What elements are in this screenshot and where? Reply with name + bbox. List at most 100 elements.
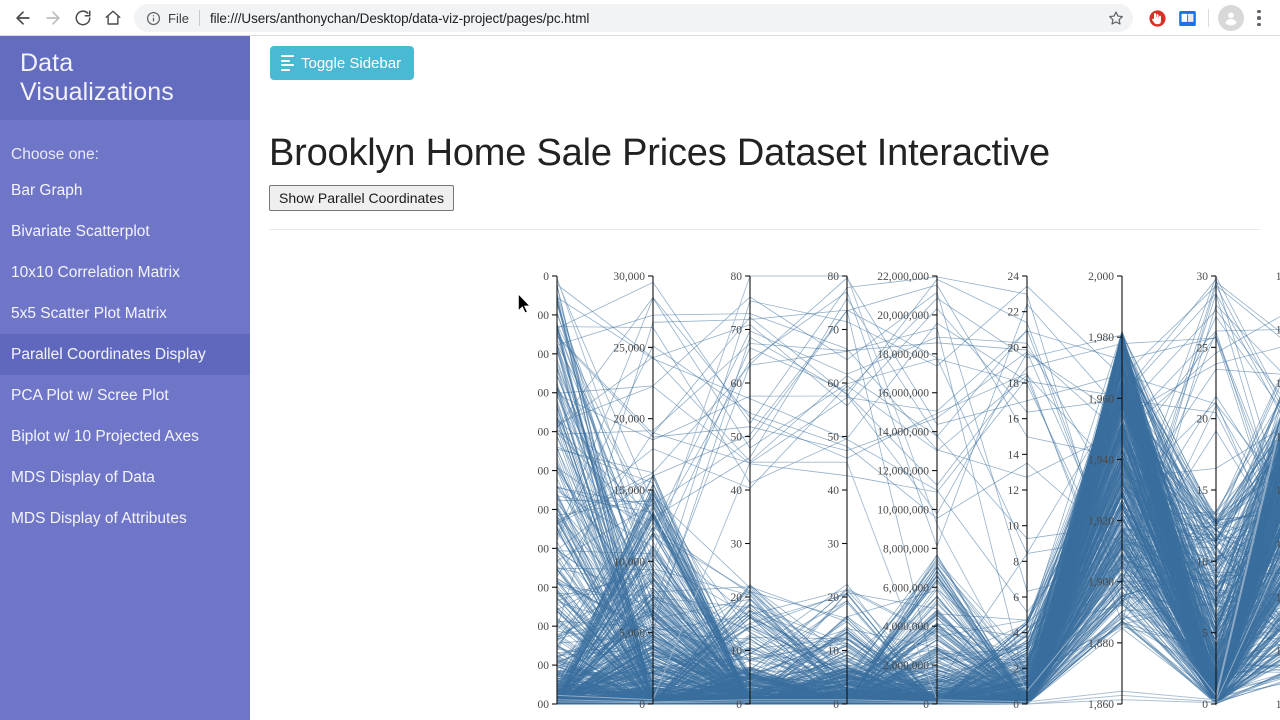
- svg-text:10: 10: [1008, 521, 1020, 533]
- dictionary-book-icon[interactable]: [1173, 4, 1201, 32]
- sidebar-item-parallel-coordinates[interactable]: Parallel Coordinates Display: [0, 334, 250, 375]
- svg-text:11,230: 11,230: [1276, 432, 1280, 444]
- home-icon[interactable]: [98, 3, 128, 33]
- reload-icon[interactable]: [68, 3, 98, 33]
- svg-text:16: 16: [1008, 414, 1020, 426]
- svg-text:16,000,000: 16,000,000: [877, 388, 929, 400]
- svg-text:4: 4: [1013, 628, 1019, 640]
- sidebar-item-label: 10x10 Correlation Matrix: [11, 264, 180, 281]
- svg-text:20,000,000: 20,000,000: [877, 310, 929, 322]
- svg-text:11,220: 11,220: [1276, 539, 1280, 551]
- sidebar-item-mds-attributes[interactable]: MDS Display of Attributes: [0, 498, 250, 539]
- adblock-stop-icon[interactable]: [1143, 4, 1171, 32]
- svg-text:00: 00: [538, 621, 550, 633]
- sidebar-item-label: PCA Plot w/ Scree Plot: [11, 387, 169, 404]
- svg-text:11,235: 11,235: [1276, 378, 1280, 390]
- sidebar-item-correlation-matrix[interactable]: 10x10 Correlation Matrix: [0, 252, 250, 293]
- svg-text:20: 20: [828, 592, 840, 604]
- svg-text:10: 10: [1197, 556, 1209, 568]
- svg-text:8: 8: [1013, 556, 1019, 568]
- svg-text:11,245: 11,245: [1276, 271, 1280, 283]
- svg-text:40: 40: [731, 485, 743, 497]
- svg-text:00: 00: [538, 543, 550, 555]
- svg-text:30: 30: [731, 539, 743, 551]
- svg-text:80: 80: [731, 271, 743, 283]
- profile-avatar-icon[interactable]: [1218, 5, 1244, 31]
- sidebar-item-bar-graph[interactable]: Bar Graph: [0, 170, 250, 211]
- svg-text:18,000,000: 18,000,000: [877, 349, 929, 361]
- svg-text:00: 00: [538, 349, 550, 361]
- svg-text:20: 20: [1197, 414, 1209, 426]
- sidebar-title: Data Visualizations: [20, 49, 174, 106]
- parallel-coordinates-chart[interactable]: 00 00 00 00 00 00 00 00 00 00 00 0 0 5,000 10,000 15,00…: [250, 236, 1280, 720]
- bookmark-star-icon[interactable]: [1103, 5, 1129, 31]
- svg-text:11,240: 11,240: [1276, 325, 1280, 337]
- sidebar-item-label: MDS Display of Data: [11, 469, 155, 486]
- svg-text:0: 0: [833, 699, 839, 711]
- sidebar-choose-label: Choose one:: [11, 146, 99, 163]
- back-arrow-icon[interactable]: [8, 3, 38, 33]
- svg-text:1,920: 1,920: [1088, 516, 1114, 528]
- svg-text:00: 00: [538, 504, 550, 516]
- svg-text:0: 0: [1013, 699, 1019, 711]
- svg-text:18: 18: [1008, 378, 1020, 390]
- page-title: Brooklyn Home Sale Prices Dataset Intera…: [269, 132, 1050, 174]
- sidebar-item-biplot[interactable]: Biplot w/ 10 Projected Axes: [0, 416, 250, 457]
- svg-text:12: 12: [1008, 485, 1020, 497]
- sidebar-item-mds-data[interactable]: MDS Display of Data: [0, 457, 250, 498]
- page-body: Data Visualizations Choose one: Bar Grap…: [0, 36, 1280, 720]
- address-bar[interactable]: File file:///Users/anthonychan/Desktop/d…: [134, 4, 1133, 32]
- svg-text:20: 20: [1008, 342, 1020, 354]
- svg-text:00: 00: [538, 660, 550, 672]
- svg-text:11,215: 11,215: [1276, 592, 1280, 604]
- svg-text:14: 14: [1008, 449, 1020, 461]
- browser-toolbar: File file:///Users/anthonychan/Desktop/d…: [0, 0, 1280, 36]
- sidebar-item-pca-scree-plot[interactable]: PCA Plot w/ Scree Plot: [0, 375, 250, 416]
- svg-text:00: 00: [538, 427, 550, 439]
- pc-polyline-group: [556, 275, 1280, 706]
- parallel-coordinates-svg[interactable]: 0000000000000000000000005,00010,00015,00…: [250, 236, 1280, 720]
- sidebar-item-scatter-plot-matrix[interactable]: 5x5 Scatter Plot Matrix: [0, 293, 250, 334]
- svg-text:0: 0: [1202, 699, 1208, 711]
- three-dot-menu-icon[interactable]: [1246, 5, 1272, 31]
- svg-text:4,000,000: 4,000,000: [883, 621, 929, 633]
- svg-text:0: 0: [923, 699, 929, 711]
- sidebar-item-label: Bivariate Scatterplot: [11, 223, 150, 240]
- sidebar-item-bivariate-scatterplot[interactable]: Bivariate Scatterplot: [0, 211, 250, 252]
- svg-text:1,880: 1,880: [1088, 638, 1114, 650]
- svg-text:70: 70: [731, 325, 743, 337]
- svg-text:20: 20: [731, 592, 743, 604]
- show-parallel-coordinates-button[interactable]: Show Parallel Coordinates: [269, 185, 454, 211]
- svg-text:24: 24: [1008, 271, 1020, 283]
- svg-text:30,000: 30,000: [613, 271, 645, 283]
- section-divider: [269, 229, 1260, 230]
- sidebar: Data Visualizations Choose one: Bar Grap…: [0, 36, 250, 720]
- svg-text:15,000: 15,000: [613, 485, 645, 497]
- sidebar-item-label: 5x5 Scatter Plot Matrix: [11, 305, 167, 322]
- sidebar-item-label: Biplot w/ 10 Projected Axes: [11, 428, 199, 445]
- svg-text:40: 40: [828, 485, 840, 497]
- svg-text:60: 60: [731, 378, 743, 390]
- svg-text:60: 60: [828, 378, 840, 390]
- svg-text:0: 0: [543, 271, 549, 283]
- svg-text:0: 0: [639, 699, 645, 711]
- svg-text:5,000: 5,000: [619, 628, 645, 640]
- svg-text:10,000,000: 10,000,000: [877, 504, 929, 516]
- forward-arrow-icon[interactable]: [38, 3, 68, 33]
- svg-text:22: 22: [1008, 307, 1020, 319]
- svg-text:10: 10: [828, 646, 840, 658]
- main-content: Toggle Sidebar Brooklyn Home Sale Prices…: [250, 36, 1280, 720]
- info-circle-icon[interactable]: [146, 11, 161, 26]
- svg-text:10,000: 10,000: [613, 556, 645, 568]
- svg-text:1,980: 1,980: [1088, 332, 1114, 344]
- svg-text:70: 70: [828, 325, 840, 337]
- svg-text:8,000,000: 8,000,000: [883, 543, 929, 555]
- toggle-sidebar-button[interactable]: Toggle Sidebar: [270, 46, 415, 80]
- svg-text:14,000,000: 14,000,000: [877, 427, 929, 439]
- svg-text:11,205: 11,205: [1276, 699, 1280, 711]
- svg-text:30: 30: [1197, 271, 1209, 283]
- svg-text:50: 50: [731, 432, 743, 444]
- url-text[interactable]: file:///Users/anthonychan/Desktop/data-v…: [210, 11, 1101, 26]
- svg-text:20,000: 20,000: [613, 414, 645, 426]
- sidebar-item-label: Bar Graph: [11, 182, 83, 199]
